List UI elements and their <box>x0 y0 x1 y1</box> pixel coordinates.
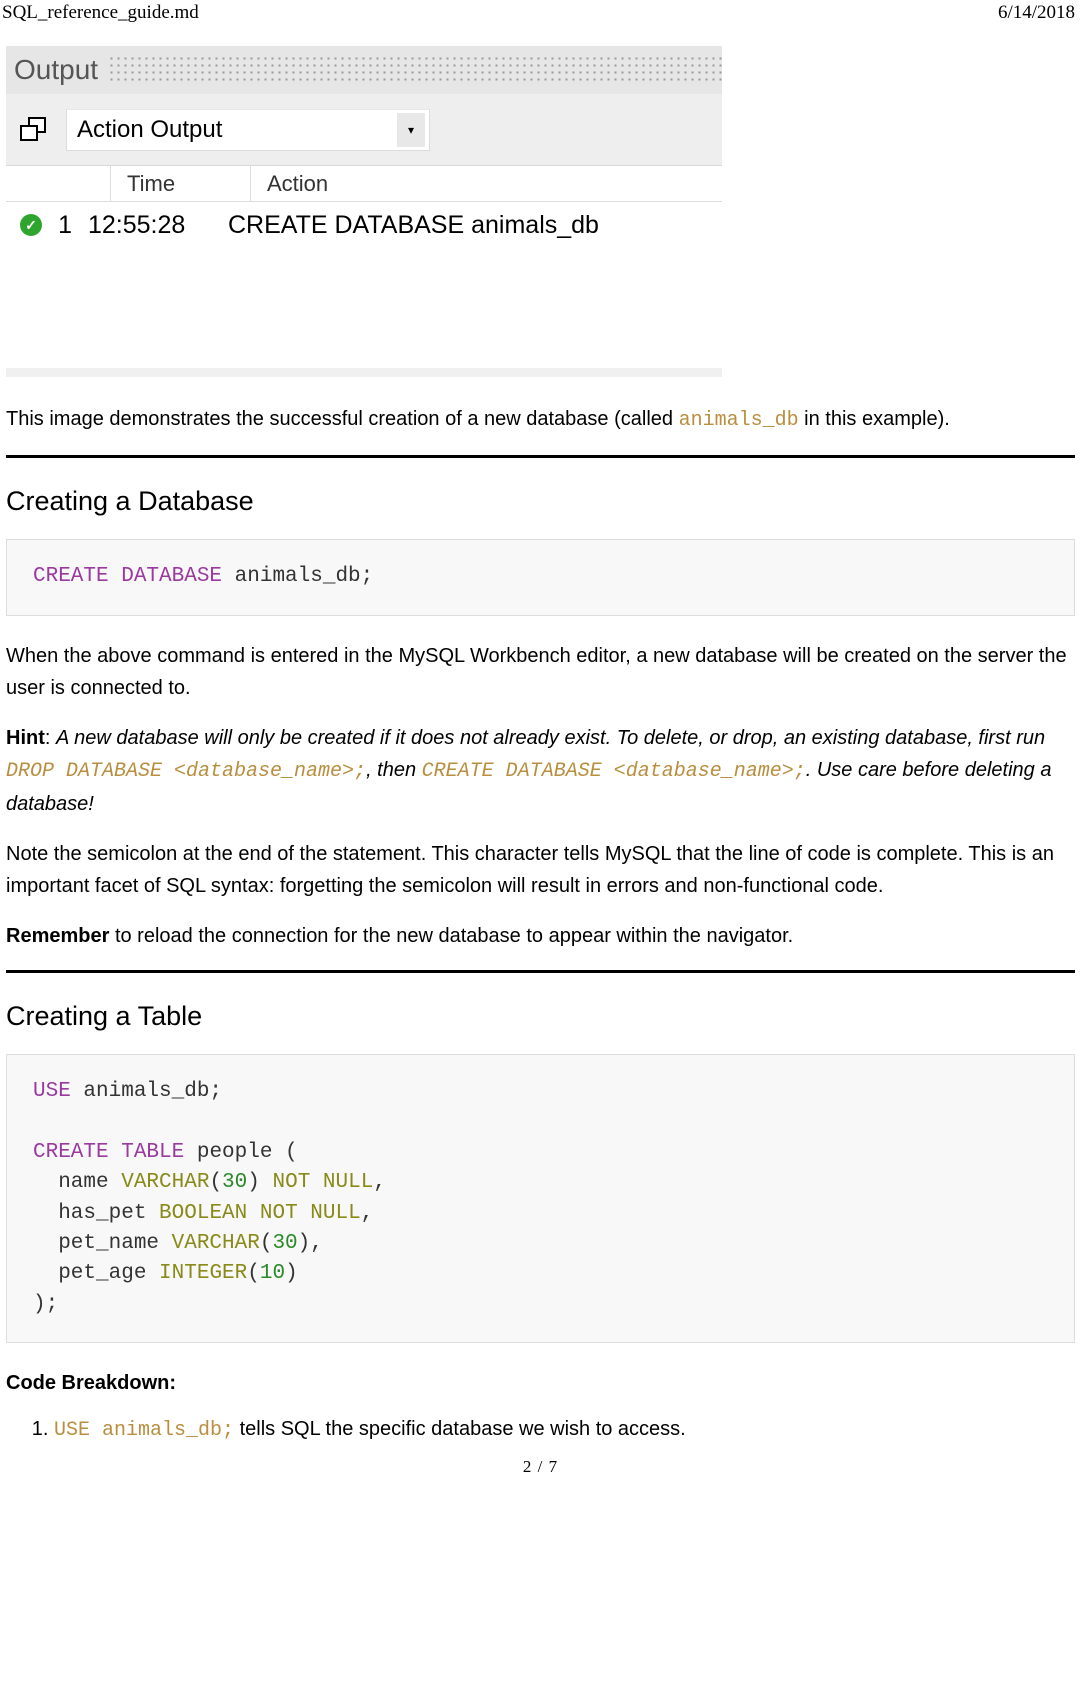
row-index: 1 <box>52 211 88 240</box>
output-mode-value: Action Output <box>77 116 222 144</box>
output-mode-select[interactable]: Action Output ▾ <box>66 109 430 151</box>
col-time: Time <box>110 166 250 201</box>
code-block-create-db: CREATE DATABASE animals_db; <box>6 539 1075 615</box>
code-block-create-table: USE animals_db; CREATE TABLE people ( na… <box>6 1054 1075 1344</box>
col-action: Action <box>250 166 722 201</box>
paragraph: Note the semicolon at the end of the sta… <box>6 838 1075 902</box>
section-divider <box>6 455 1075 458</box>
header-filename: SQL_reference_guide.md <box>0 2 199 24</box>
output-table-row: ✓ 1 12:55:28 CREATE DATABASE animals_db <box>6 202 722 248</box>
heading-creating-table: Creating a Table <box>6 995 1075 1038</box>
row-action: CREATE DATABASE animals_db <box>228 211 599 240</box>
code-breakdown-heading: Code Breakdown: <box>6 1367 1075 1399</box>
remember-paragraph: Remember to reload the connection for th… <box>6 920 1075 952</box>
success-check-icon: ✓ <box>20 214 42 236</box>
heading-creating-database: Creating a Database <box>6 480 1075 523</box>
row-time: 12:55:28 <box>88 211 228 240</box>
header-date: 6/14/2018 <box>998 2 1075 24</box>
output-panel-label: Output <box>14 54 98 86</box>
chevron-down-icon[interactable]: ▾ <box>397 113 425 147</box>
output-panel-grip-icon <box>108 55 722 85</box>
intro-paragraph: This image demonstrates the successful c… <box>6 403 1075 437</box>
inline-code: animals_db <box>679 409 799 432</box>
stack-icon[interactable] <box>20 117 48 143</box>
section-divider <box>6 970 1075 973</box>
list-item: USE animals_db; tells SQL the specific d… <box>54 1413 1075 1447</box>
output-table-header: Time Action <box>6 166 722 202</box>
workbench-output-panel: Output Action Output ▾ Time Action ✓ 1 1… <box>6 46 722 377</box>
hint-paragraph: Hint: A new database will only be create… <box>6 722 1075 820</box>
page-number: 2 / 7 <box>0 1447 1081 1477</box>
paragraph: When the above command is entered in the… <box>6 640 1075 704</box>
